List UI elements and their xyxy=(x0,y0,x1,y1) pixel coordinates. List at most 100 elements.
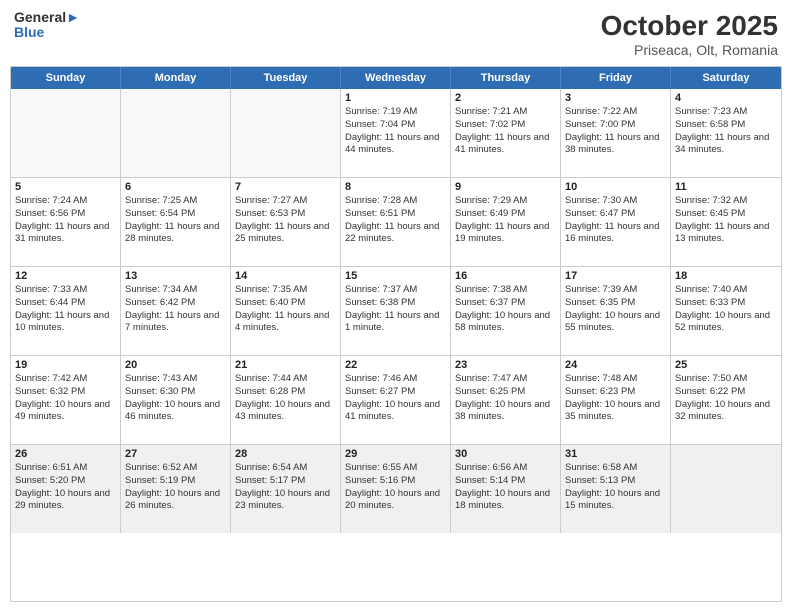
day-number: 13 xyxy=(125,270,226,282)
day-info: Sunrise: 7:50 AM Sunset: 6:22 PM Dayligh… xyxy=(675,373,777,424)
calendar-cell: 12 Sunrise: 7:33 AM Sunset: 6:44 PM Dayli… xyxy=(11,267,121,355)
calendar-cell: 11 Sunrise: 7:32 AM Sunset: 6:45 PM Dayli… xyxy=(671,178,781,266)
day-number: 30 xyxy=(455,448,556,460)
calendar: SundayMondayTuesdayWednesdayThursdayFrid… xyxy=(10,66,782,602)
calendar-cell: 22 Sunrise: 7:46 AM Sunset: 6:27 PM Dayli… xyxy=(341,356,451,444)
day-number: 10 xyxy=(565,181,666,193)
calendar-cell: 8 Sunrise: 7:28 AM Sunset: 6:51 PM Daylig… xyxy=(341,178,451,266)
day-info: Sunrise: 7:48 AM Sunset: 6:23 PM Dayligh… xyxy=(565,373,666,424)
day-number: 19 xyxy=(15,359,116,371)
day-of-week-thursday: Thursday xyxy=(451,67,561,89)
day-number: 18 xyxy=(675,270,777,282)
day-number: 16 xyxy=(455,270,556,282)
calendar-cell: 29 Sunrise: 6:55 AM Sunset: 5:16 PM Dayli… xyxy=(341,445,451,533)
day-number: 9 xyxy=(455,181,556,193)
day-info: Sunrise: 6:56 AM Sunset: 5:14 PM Dayligh… xyxy=(455,462,556,513)
day-of-week-saturday: Saturday xyxy=(671,67,781,89)
calendar-cell: 27 Sunrise: 6:52 AM Sunset: 5:19 PM Dayli… xyxy=(121,445,231,533)
day-info: Sunrise: 6:54 AM Sunset: 5:17 PM Dayligh… xyxy=(235,462,336,513)
day-info: Sunrise: 7:40 AM Sunset: 6:33 PM Dayligh… xyxy=(675,284,777,335)
day-number: 29 xyxy=(345,448,446,460)
calendar-cell xyxy=(11,89,121,177)
calendar-cell: 9 Sunrise: 7:29 AM Sunset: 6:49 PM Daylig… xyxy=(451,178,561,266)
day-number: 27 xyxy=(125,448,226,460)
day-number: 31 xyxy=(565,448,666,460)
calendar-row-3: 12 Sunrise: 7:33 AM Sunset: 6:44 PM Dayli… xyxy=(11,267,781,356)
calendar-cell: 7Sunrise: 7:27 AM Sunset: 6:53 PM Daylig… xyxy=(231,178,341,266)
day-info: Sunrise: 7:21 AM Sunset: 7:02 PM Dayligh… xyxy=(455,106,556,157)
day-info: Sunrise: 7:28 AM Sunset: 6:51 PM Dayligh… xyxy=(345,195,446,246)
calendar-cell: 13 Sunrise: 7:34 AM Sunset: 6:42 PM Dayli… xyxy=(121,267,231,355)
day-number: 28 xyxy=(235,448,336,460)
day-info: Sunrise: 7:35 AM Sunset: 6:40 PM Dayligh… xyxy=(235,284,336,335)
day-info: Sunrise: 6:51 AM Sunset: 5:20 PM Dayligh… xyxy=(15,462,116,513)
page: General► Blue October 2025 Priseaca, Olt… xyxy=(0,0,792,612)
calendar-header: SundayMondayTuesdayWednesdayThursdayFrid… xyxy=(11,67,781,89)
day-number: 23 xyxy=(455,359,556,371)
calendar-cell: 21 Sunrise: 7:44 AM Sunset: 6:28 PM Dayli… xyxy=(231,356,341,444)
day-info: Sunrise: 7:44 AM Sunset: 6:28 PM Dayligh… xyxy=(235,373,336,424)
day-info: Sunrise: 7:24 AM Sunset: 6:56 PM Dayligh… xyxy=(15,195,116,246)
calendar-cell: 20 Sunrise: 7:43 AM Sunset: 6:30 PM Dayli… xyxy=(121,356,231,444)
day-number: 21 xyxy=(235,359,336,371)
day-of-week-sunday: Sunday xyxy=(11,67,121,89)
calendar-cell xyxy=(121,89,231,177)
day-number: 6 xyxy=(125,181,226,193)
calendar-row-1: 1Sunrise: 7:19 AM Sunset: 7:04 PM Daylig… xyxy=(11,89,781,178)
calendar-row-2: 5Sunrise: 7:24 AM Sunset: 6:56 PM Daylig… xyxy=(11,178,781,267)
day-info: Sunrise: 7:32 AM Sunset: 6:45 PM Dayligh… xyxy=(675,195,777,246)
day-of-week-friday: Friday xyxy=(561,67,671,89)
calendar-row-5: 26 Sunrise: 6:51 AM Sunset: 5:20 PM Dayli… xyxy=(11,445,781,533)
day-info: Sunrise: 7:42 AM Sunset: 6:32 PM Dayligh… xyxy=(15,373,116,424)
day-info: Sunrise: 6:58 AM Sunset: 5:13 PM Dayligh… xyxy=(565,462,666,513)
calendar-cell: 18 Sunrise: 7:40 AM Sunset: 6:33 PM Dayli… xyxy=(671,267,781,355)
day-number: 20 xyxy=(125,359,226,371)
calendar-cell: 24Sunrise: 7:48 AM Sunset: 6:23 PM Dayli… xyxy=(561,356,671,444)
calendar-cell: 6Sunrise: 7:25 AM Sunset: 6:54 PM Daylig… xyxy=(121,178,231,266)
day-info: Sunrise: 7:34 AM Sunset: 6:42 PM Dayligh… xyxy=(125,284,226,335)
day-number: 4 xyxy=(675,92,777,104)
logo: General► Blue xyxy=(14,10,80,41)
main-title: October 2025 xyxy=(601,10,778,42)
day-number: 22 xyxy=(345,359,446,371)
day-number: 1 xyxy=(345,92,446,104)
day-info: Sunrise: 7:38 AM Sunset: 6:37 PM Dayligh… xyxy=(455,284,556,335)
day-number: 11 xyxy=(675,181,777,193)
calendar-cell: 2 Sunrise: 7:21 AM Sunset: 7:02 PM Daylig… xyxy=(451,89,561,177)
calendar-cell: 16 Sunrise: 7:38 AM Sunset: 6:37 PM Dayli… xyxy=(451,267,561,355)
calendar-cell xyxy=(231,89,341,177)
day-info: Sunrise: 7:33 AM Sunset: 6:44 PM Dayligh… xyxy=(15,284,116,335)
day-of-week-tuesday: Tuesday xyxy=(231,67,341,89)
day-info: Sunrise: 7:37 AM Sunset: 6:38 PM Dayligh… xyxy=(345,284,446,335)
day-number: 12 xyxy=(15,270,116,282)
day-number: 25 xyxy=(675,359,777,371)
calendar-cell: 28 Sunrise: 6:54 AM Sunset: 5:17 PM Dayli… xyxy=(231,445,341,533)
calendar-cell: 5Sunrise: 7:24 AM Sunset: 6:56 PM Daylig… xyxy=(11,178,121,266)
day-of-week-wednesday: Wednesday xyxy=(341,67,451,89)
day-number: 14 xyxy=(235,270,336,282)
day-number: 8 xyxy=(345,181,446,193)
subtitle: Priseaca, Olt, Romania xyxy=(601,42,778,58)
calendar-cell: 31 Sunrise: 6:58 AM Sunset: 5:13 PM Dayli… xyxy=(561,445,671,533)
calendar-cell xyxy=(671,445,781,533)
day-info: Sunrise: 7:47 AM Sunset: 6:25 PM Dayligh… xyxy=(455,373,556,424)
day-info: Sunrise: 7:29 AM Sunset: 6:49 PM Dayligh… xyxy=(455,195,556,246)
day-info: Sunrise: 7:30 AM Sunset: 6:47 PM Dayligh… xyxy=(565,195,666,246)
day-info: Sunrise: 6:55 AM Sunset: 5:16 PM Dayligh… xyxy=(345,462,446,513)
calendar-row-4: 19 Sunrise: 7:42 AM Sunset: 6:32 PM Dayli… xyxy=(11,356,781,445)
day-info: Sunrise: 6:52 AM Sunset: 5:19 PM Dayligh… xyxy=(125,462,226,513)
day-info: Sunrise: 7:46 AM Sunset: 6:27 PM Dayligh… xyxy=(345,373,446,424)
calendar-cell: 3 Sunrise: 7:22 AM Sunset: 7:00 PM Daylig… xyxy=(561,89,671,177)
logo-general: General► xyxy=(14,10,80,25)
calendar-cell: 19 Sunrise: 7:42 AM Sunset: 6:32 PM Dayli… xyxy=(11,356,121,444)
day-info: Sunrise: 7:22 AM Sunset: 7:00 PM Dayligh… xyxy=(565,106,666,157)
calendar-cell: 1Sunrise: 7:19 AM Sunset: 7:04 PM Daylig… xyxy=(341,89,451,177)
calendar-body: 1Sunrise: 7:19 AM Sunset: 7:04 PM Daylig… xyxy=(11,89,781,533)
day-number: 26 xyxy=(15,448,116,460)
calendar-cell: 4Sunrise: 7:23 AM Sunset: 6:58 PM Daylig… xyxy=(671,89,781,177)
day-info: Sunrise: 7:43 AM Sunset: 6:30 PM Dayligh… xyxy=(125,373,226,424)
day-number: 3 xyxy=(565,92,666,104)
calendar-cell: 30 Sunrise: 6:56 AM Sunset: 5:14 PM Dayli… xyxy=(451,445,561,533)
day-number: 7 xyxy=(235,181,336,193)
day-number: 2 xyxy=(455,92,556,104)
